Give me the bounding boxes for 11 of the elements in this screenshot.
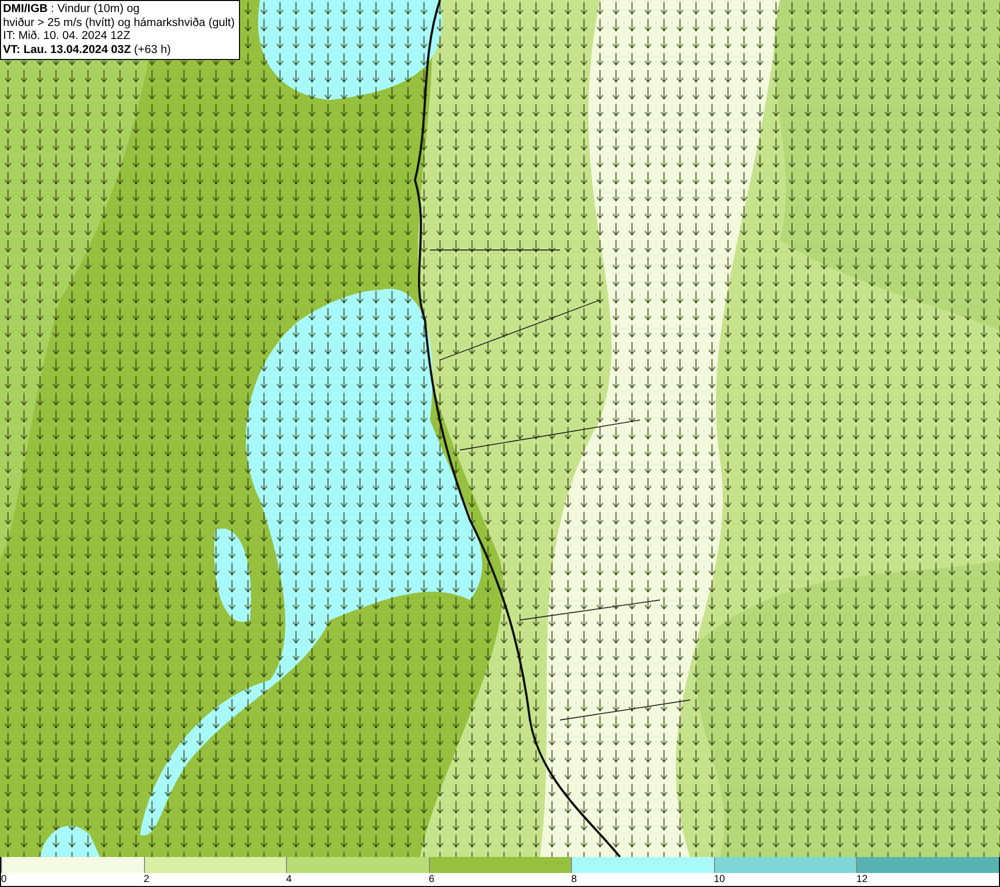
legend-label: 2 [144, 874, 150, 885]
title-line: hviður > 25 m/s (hvítt) og hámarkshviða (gult) [3, 16, 235, 30]
legend-label: 10 [714, 874, 725, 885]
title-line: IT: Mið. 10. 04. 2024 12Z [3, 30, 132, 44]
legend-label: 6 [428, 874, 434, 885]
legend-label: 0 [1, 874, 7, 885]
legend-label: 4 [286, 874, 292, 885]
title-line: DMI/IGB : Vindur (10m) og [3, 3, 141, 16]
title-line: VT: Lau. 13.04.2024 03Z (+63 h) [3, 44, 172, 57]
legend-label: 12 [856, 874, 868, 885]
legend-label: 8 [571, 874, 577, 885]
